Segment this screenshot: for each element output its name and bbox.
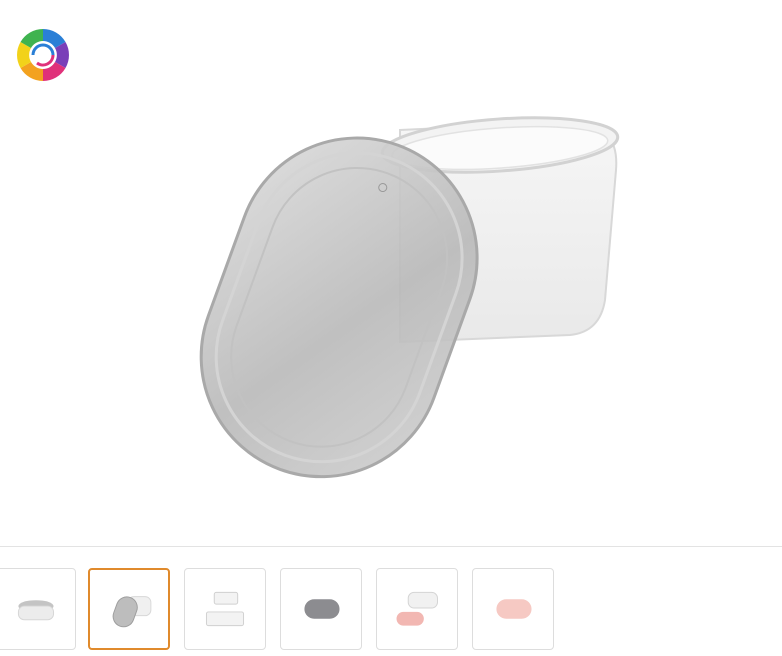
container-with-lid-angled-thumbnail-icon: [112, 596, 152, 628]
thumbnail-4[interactable]: [280, 568, 362, 650]
gallery-divider: [0, 546, 782, 547]
thumbnail-1[interactable]: [0, 568, 76, 650]
brand-logo-icon[interactable]: [14, 26, 72, 84]
thumbnail-3[interactable]: [184, 568, 266, 650]
stacked-containers-thumbnail-icon: [205, 591, 245, 627]
thumbnail-strip: [0, 568, 782, 654]
product-gallery-page: [0, 0, 782, 656]
container-side-view-thumbnail-icon: [17, 600, 55, 621]
pink-lid-thumbnail-icon: [496, 599, 532, 619]
thumbnail-2[interactable]: [88, 568, 170, 650]
gray-lid-thumbnail-icon: [304, 599, 340, 619]
pink-lid-containers-thumbnail-icon: [396, 591, 438, 626]
main-product-image[interactable]: [100, 10, 680, 530]
thumbnail-5[interactable]: [376, 568, 458, 650]
thumbnail-6[interactable]: [472, 568, 554, 650]
